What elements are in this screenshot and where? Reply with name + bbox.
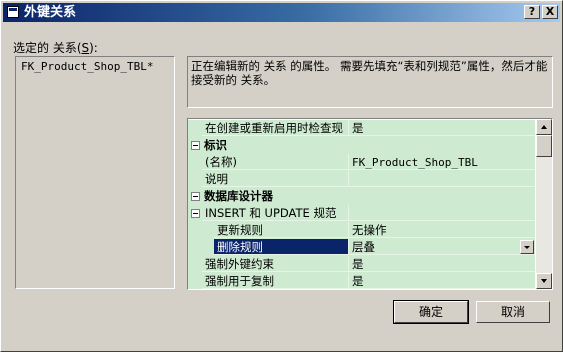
property-value-text: 无操作 <box>352 223 387 237</box>
collapse-icon[interactable] <box>191 141 200 150</box>
help-button[interactable]: ? <box>524 5 540 19</box>
category-row[interactable]: 标识 <box>188 137 535 154</box>
category-label: 标识 <box>204 138 227 152</box>
property-grid[interactable]: 在创建或重新启用时检查现是标识 (名称) FK_Product_Shop_TBL 说明… <box>187 118 553 290</box>
collapse-icon[interactable] <box>191 192 200 201</box>
category-row[interactable]: 数据库设计器 <box>188 188 535 205</box>
property-name: 强制外键约束 <box>202 256 348 272</box>
dropdown-arrow-icon[interactable] <box>520 240 534 254</box>
relations-label-suffix: ): <box>89 41 98 55</box>
property-row[interactable]: 说明 <box>188 171 535 188</box>
property-value[interactable]: 层叠 <box>348 239 535 255</box>
property-row[interactable]: 强制用于复制是 <box>188 273 535 289</box>
relations-label-hotkey: S <box>81 41 90 55</box>
close-button[interactable]: X <box>542 5 558 19</box>
property-name: 删除规则 <box>214 239 348 255</box>
relations-list[interactable]: FK_Product_Shop_TBL* <box>15 56 175 289</box>
property-row[interactable]: 在创建或重新启用时检查现是 <box>188 120 535 137</box>
property-value[interactable]: 无操作 <box>348 222 535 238</box>
scroll-down-icon[interactable] <box>536 273 552 289</box>
property-value-text: 是 <box>352 274 364 288</box>
list-item[interactable]: FK_Product_Shop_TBL* <box>21 60 153 73</box>
property-value[interactable]: 是 <box>348 273 535 289</box>
scroll-thumb[interactable] <box>536 135 552 157</box>
property-name: 强制用于复制 <box>202 273 348 289</box>
dialog-window: 外键关系 ? X 选定的 关系(S): FK_Product_Shop_TBL*… <box>0 0 563 352</box>
property-name: (名称) <box>202 154 348 170</box>
info-text: 正在编辑新的 关系 的属性。 需要先填充“表和列规范”属性，然后才能接受新的 关… <box>187 56 553 108</box>
property-row[interactable]: 强制外键约束是 <box>188 256 535 273</box>
property-value[interactable] <box>348 205 535 221</box>
scroll-up-icon[interactable] <box>536 119 552 135</box>
property-value[interactable]: FK_Product_Shop_TBL <box>348 154 535 170</box>
property-value[interactable]: 是 <box>348 120 535 136</box>
window-title: 外键关系 <box>24 5 77 20</box>
property-name: 说明 <box>202 171 348 187</box>
property-value-text: 是 <box>352 121 364 135</box>
category-label: 数据库设计器 <box>204 189 273 203</box>
property-row[interactable]: (名称) FK_Product_Shop_TBL <box>188 154 535 171</box>
window-icon <box>7 6 19 18</box>
property-name: 更新规则 <box>214 222 348 238</box>
property-value-text: FK_Product_Shop_TBL <box>352 156 478 169</box>
subcategory-row[interactable]: INSERT 和 UPDATE 规范 <box>188 205 535 222</box>
ok-button[interactable]: 确定 <box>393 300 469 324</box>
property-row[interactable]: 删除规则 层叠 <box>188 239 535 256</box>
property-row[interactable]: 更新规则 无操作 <box>188 222 535 239</box>
cancel-button[interactable]: 取消 <box>476 301 550 323</box>
collapse-icon[interactable] <box>191 209 200 218</box>
relations-label-text: 选定的 关系( <box>13 41 82 55</box>
vertical-scrollbar[interactable] <box>536 119 552 289</box>
property-name: INSERT 和 UPDATE 规范 <box>202 205 348 221</box>
title-bar[interactable]: 外键关系 ? X <box>3 3 560 22</box>
relations-label: 选定的 关系(S): <box>13 39 98 56</box>
property-value-text: 是 <box>352 257 364 271</box>
property-value[interactable]: 是 <box>348 256 535 272</box>
property-value[interactable] <box>348 171 535 187</box>
property-name: 在创建或重新启用时检查现 <box>202 120 348 136</box>
property-value-text: 层叠 <box>352 240 375 254</box>
